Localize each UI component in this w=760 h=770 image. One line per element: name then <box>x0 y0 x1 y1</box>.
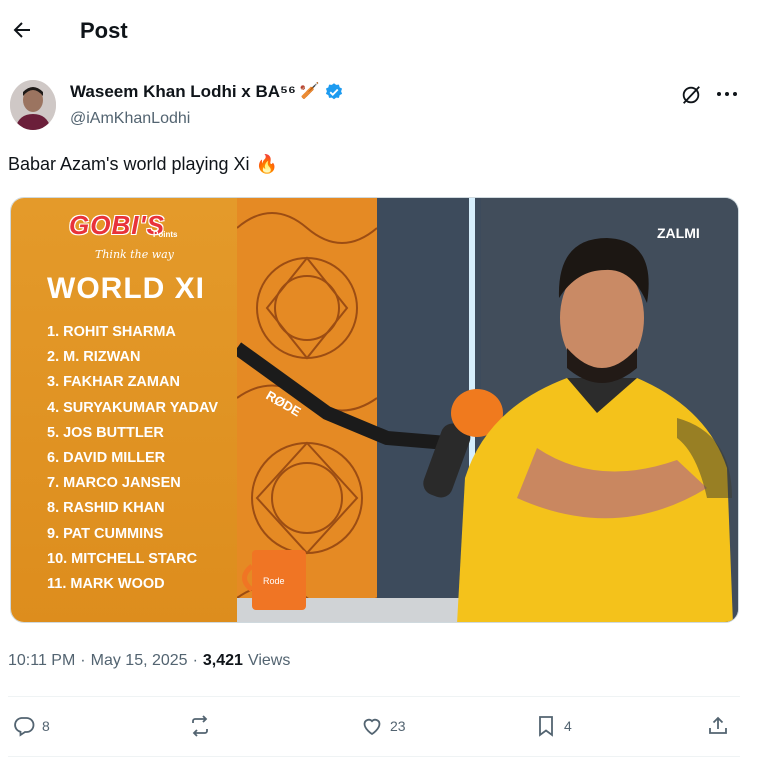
meta-separator: · <box>192 652 198 669</box>
zalmi-overlay-logo: ZALMI <box>657 225 700 241</box>
like-button[interactable]: 23 <box>360 714 406 738</box>
grok-icon[interactable] <box>680 84 702 106</box>
arrow-left-icon[interactable] <box>10 18 34 42</box>
post-meta: 10:11 PM · May 15, 2025 · 3,421 Views <box>8 652 290 670</box>
gobis-logo: GOBI'S Points Think the way <box>69 208 189 268</box>
divider <box>8 756 740 757</box>
page-title: Post <box>80 18 128 43</box>
player-item: 9. PAT CUMMINS <box>47 525 164 542</box>
player-item: 3. FAKHAR ZAMAN <box>47 374 180 391</box>
meta-separator: · <box>80 652 86 669</box>
podcast-scene: Rode RØDE ZALMI <box>237 198 738 622</box>
heart-icon <box>363 718 381 736</box>
player-item: 10. MITCHELL STARC <box>47 550 198 567</box>
like-count: 23 <box>390 718 406 734</box>
player-item: 5. JOS BUTTLER <box>47 424 164 441</box>
bookmark-button[interactable]: 4 <box>534 714 572 738</box>
logo-sub: Points <box>153 230 178 239</box>
svg-text:Rode: Rode <box>263 576 285 586</box>
tweet-body: Babar Azam's world playing Xi <box>8 154 250 174</box>
post-date[interactable]: May 15, 2025 <box>91 652 188 670</box>
more-options-icon[interactable] <box>714 82 740 106</box>
author-name-row: Waseem Khan Lodhi x BA⁵⁶ 🏏 <box>70 82 344 102</box>
world-xi-title: WORLD XI <box>47 272 205 305</box>
post-time[interactable]: 10:11 PM <box>8 652 75 670</box>
avatar[interactable] <box>10 80 56 130</box>
bookmark-icon <box>539 716 553 737</box>
verified-badge-icon <box>325 83 342 100</box>
reply-icon <box>14 717 35 737</box>
logo-tagline: Think the way <box>95 248 174 261</box>
player-item: 7. MARCO JANSEN <box>47 475 181 492</box>
tweet-media-image[interactable]: GOBI'S Points Think the way WORLD XI 1. … <box>10 197 739 623</box>
cricket-bat-emoji: 🏏 <box>299 83 320 100</box>
tweet-text: Babar Azam's world playing Xi 🔥 <box>8 154 278 175</box>
logo-text: GOBI'S <box>69 210 165 240</box>
reply-button[interactable]: 8 <box>12 714 50 738</box>
author-display-name[interactable]: Waseem Khan Lodhi x BA⁵⁶ <box>70 82 296 102</box>
post-header: Post <box>0 0 760 64</box>
views-label: Views <box>247 652 291 669</box>
share-button[interactable] <box>706 714 730 738</box>
share-icon <box>709 716 727 734</box>
players-list: 1. ROHIT SHARMA 2. M. RIZWAN 3. FAKHAR Z… <box>47 324 218 601</box>
author-handle[interactable]: @iAmKhanLodhi <box>70 110 190 128</box>
player-item: 2. M. RIZWAN <box>47 349 141 366</box>
bookmark-count: 4 <box>564 718 572 734</box>
action-bar: 8 23 4 <box>0 706 760 750</box>
repost-button[interactable] <box>188 714 218 738</box>
divider <box>8 696 740 697</box>
player-item: 8. RASHID KHAN <box>47 500 165 517</box>
player-item: 6. DAVID MILLER <box>47 449 166 466</box>
player-item: 1. ROHIT SHARMA <box>47 324 176 340</box>
world-xi-panel: GOBI'S Points Think the way WORLD XI 1. … <box>11 198 237 622</box>
player-item: 4. SURYAKUMAR YADAV <box>47 399 219 416</box>
player-item: 11. MARK WOOD <box>47 575 165 592</box>
repost-icon <box>192 715 208 737</box>
views-count[interactable]: 3,421 <box>203 652 243 670</box>
fire-emoji: 🔥 <box>255 154 278 174</box>
reply-count: 8 <box>42 718 50 734</box>
